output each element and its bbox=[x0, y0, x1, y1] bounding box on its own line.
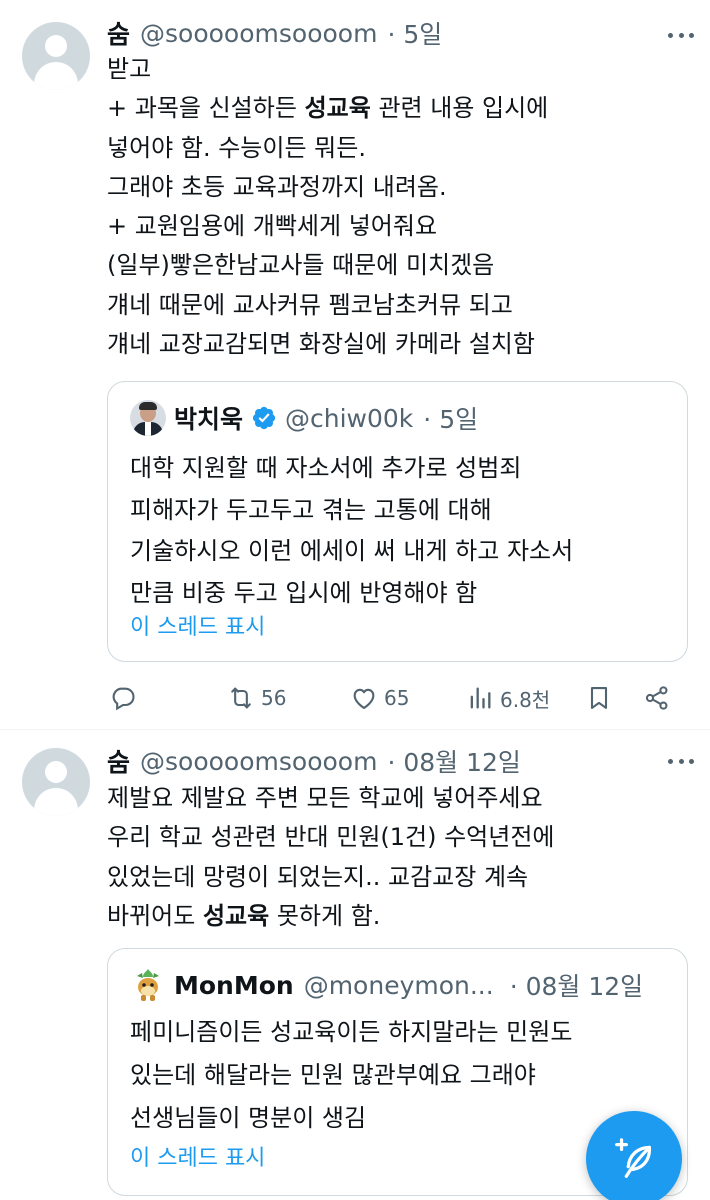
like-count: 65 bbox=[384, 686, 410, 710]
quote-text: 대학 지원할 때 자소서에 추가로 성범죄 피해자가 두고두고 겪는 고통에 대… bbox=[130, 448, 673, 614]
show-thread-link[interactable]: 이 스레드 표시 bbox=[130, 609, 265, 641]
text-line: (일부)빻은한남교사들 때문에 미치겠음 bbox=[107, 251, 495, 280]
text-line: 페미니즘이든 성교육이든 하지말라는 민원도 bbox=[130, 1018, 573, 1046]
text-line: 있었는데 망령이 되었는지.. 교감교장 계속 bbox=[107, 862, 529, 891]
text-line: 있는데 해달라는 민원 많관부예요 그래야 bbox=[130, 1061, 536, 1089]
retweet-icon bbox=[231, 687, 251, 709]
share-icon bbox=[645, 686, 668, 710]
quote-avatar[interactable] bbox=[130, 400, 166, 436]
views-icon bbox=[470, 687, 491, 709]
text-line: 바뀌어도 성교육 못하게 함. bbox=[107, 901, 381, 930]
text-line: 걔네 때문에 교사커뮤 펨코남초커뮤 되고 bbox=[107, 290, 513, 319]
text-line: 넣어야 함. 수능이든 뭐든. bbox=[107, 133, 366, 162]
quote-author-handle[interactable]: @chiw00k bbox=[285, 404, 413, 433]
text-line: 선생님들이 명분이 생김 bbox=[130, 1104, 367, 1132]
quote-tweet[interactable]: 박치욱 @chiw00k · 5일 대학 지원할 때 자소서에 추가로 성범죄 … bbox=[107, 381, 688, 662]
text-line: 제발요 제발요 주변 모든 학교에 넣어주세요 bbox=[107, 784, 543, 812]
tweet-time[interactable]: · 5일 bbox=[387, 15, 442, 51]
quote-header: MonMon @moneymon... · 08월 12일 bbox=[130, 965, 643, 1005]
retweet-count: 56 bbox=[261, 686, 287, 710]
bookmark-button[interactable] bbox=[585, 678, 613, 718]
tweet-text: 받고 + 과목을 신설하든 성교육 관련 내용 입시에 넣어야 함. 수능이든 … bbox=[107, 50, 694, 364]
tweet-time[interactable]: · 08월 12일 bbox=[387, 743, 520, 779]
tweet-header: 숨 @sooooomsoooom · 5일 bbox=[107, 15, 442, 51]
quote-text: 페미니즘이든 성교육이든 하지말라는 민원도 있는데 해달라는 민원 많관부예요… bbox=[130, 1011, 673, 1140]
text-line: 그래야 초등 교육과정까지 내려옴. bbox=[107, 172, 447, 201]
text-line: 만큼 비중 두고 입시에 반영해야 함 bbox=[130, 578, 478, 607]
quote-author-handle[interactable]: @moneymon... bbox=[304, 971, 494, 1000]
compose-button[interactable] bbox=[586, 1111, 682, 1200]
reply-icon bbox=[112, 687, 135, 711]
retweet-button[interactable]: 56 bbox=[227, 678, 286, 718]
quote-author-name[interactable]: MonMon bbox=[174, 971, 294, 1000]
quote-author-name[interactable]: 박치욱 bbox=[174, 400, 243, 436]
tweet-header: 숨 @sooooomsoooom · 08월 12일 bbox=[107, 743, 521, 779]
verified-badge-icon bbox=[252, 406, 276, 430]
text-line: 기술하시오 이런 에세이 써 내게 하고 자소서 bbox=[130, 537, 574, 565]
text-line: 우리 학교 성관련 반대 민원(1건) 수억년전에 bbox=[107, 823, 555, 852]
author-name[interactable]: 숨 bbox=[107, 15, 130, 51]
tweet-text: 제발요 제발요 주변 모든 학교에 넣어주세요 우리 학교 성관련 반대 민원(… bbox=[107, 779, 694, 936]
views-button[interactable]: 6.8천 bbox=[466, 678, 550, 718]
author-handle[interactable]: @sooooomsoooom bbox=[140, 19, 377, 48]
author-handle[interactable]: @sooooomsoooom bbox=[140, 747, 377, 776]
quote-time[interactable]: · 5일 bbox=[423, 400, 478, 436]
quote-avatar[interactable] bbox=[130, 967, 166, 1003]
avatar[interactable] bbox=[22, 748, 90, 816]
views-count: 6.8천 bbox=[500, 687, 551, 712]
share-button[interactable] bbox=[643, 678, 671, 718]
tweet[interactable]: 숨 @sooooomsoooom · 5일 받고 + 과목을 신설하든 성교육 … bbox=[0, 0, 710, 730]
author-name[interactable]: 숨 bbox=[107, 743, 130, 779]
text-line: + 과목을 신설하든 성교육 관련 내용 입시에 bbox=[107, 94, 549, 123]
sprite-avatar-icon bbox=[137, 969, 159, 1001]
like-button[interactable]: 65 bbox=[350, 678, 409, 718]
text-line: 걔네 교장교감되면 화장실에 카메라 설치함 bbox=[107, 330, 535, 359]
text-line: 받고 bbox=[107, 55, 152, 83]
text-line: 대학 지원할 때 자소서에 추가로 성범죄 bbox=[130, 454, 522, 482]
show-thread-link[interactable]: 이 스레드 표시 bbox=[130, 1140, 265, 1172]
quote-time[interactable]: · 08월 12일 bbox=[510, 967, 643, 1003]
avatar[interactable] bbox=[22, 22, 90, 90]
compose-feather-icon bbox=[615, 1138, 651, 1178]
more-icon[interactable] bbox=[668, 30, 694, 40]
tweet-actions: 56 65 6.8천 bbox=[107, 678, 700, 718]
text-line: 피해자가 두고두고 겪는 고통에 대해 bbox=[130, 495, 492, 524]
text-line: + 교원임용에 개빡세게 넣어줘요 bbox=[107, 212, 438, 241]
heart-icon bbox=[353, 688, 375, 709]
more-icon[interactable] bbox=[668, 756, 694, 766]
bookmark-icon bbox=[590, 687, 608, 709]
quote-header: 박치욱 @chiw00k · 5일 bbox=[130, 398, 478, 438]
reply-button[interactable] bbox=[109, 678, 143, 718]
